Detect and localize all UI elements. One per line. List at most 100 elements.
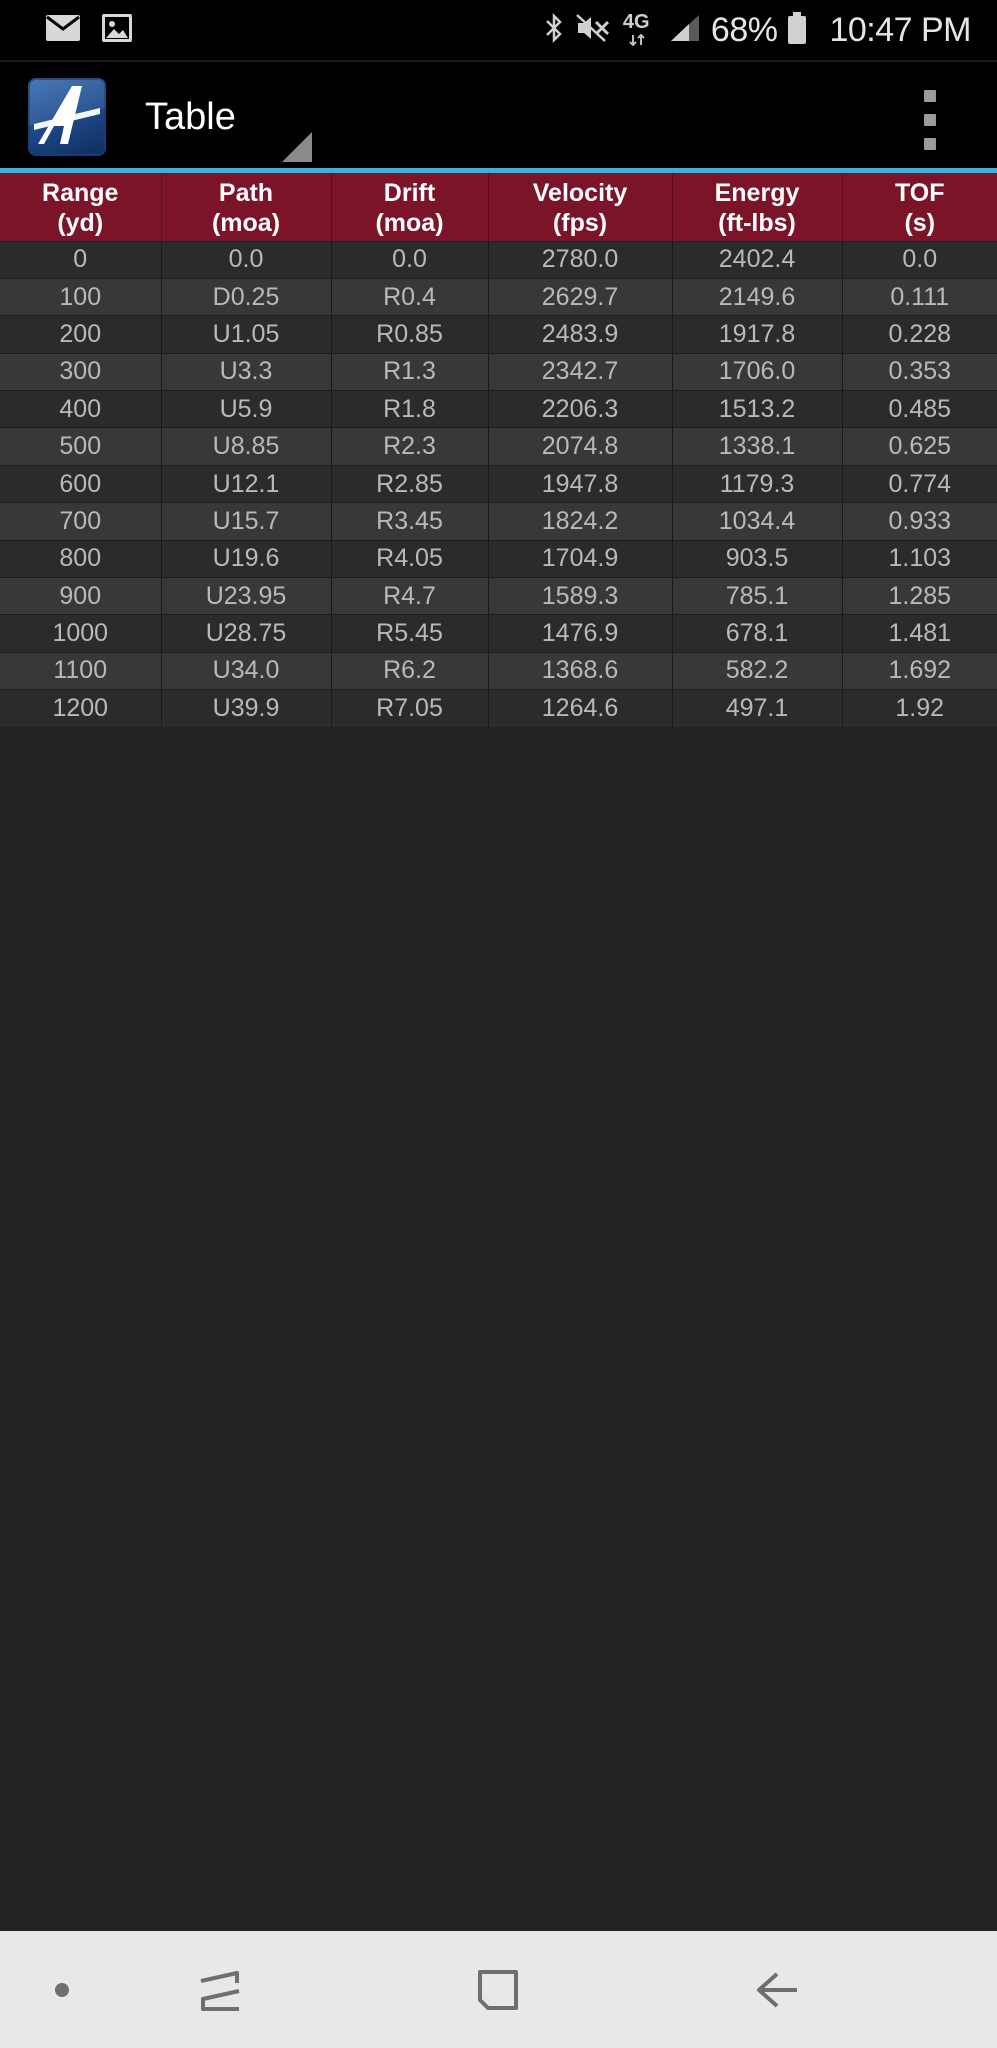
table-row[interactable]: 300 U3.3 R1.3 2342.7 1706.0 0.353 xyxy=(0,352,997,391)
table-cell: U15.7 xyxy=(161,502,332,541)
overflow-menu-icon[interactable] xyxy=(910,90,950,150)
table-cell: 2074.8 xyxy=(488,427,673,466)
dot-icon[interactable] xyxy=(2,1931,122,2048)
table-body: 0 0.0 0.0 2780.0 2402.4 0.0 100 D0.25 R0.4 2629.7… xyxy=(0,240,997,728)
column-header: Drift (moa) xyxy=(331,173,489,241)
table-row[interactable]: 900 U23.95 R4.7 1589.3 785.1 1.285 xyxy=(0,577,997,615)
navigation-bar xyxy=(0,1931,997,2048)
table-cell: 1706.0 xyxy=(672,352,843,391)
table-cell: 0.0 xyxy=(331,240,489,279)
table-cell: 1.92 xyxy=(842,689,997,728)
column-header: Energy (ft-lbs) xyxy=(672,173,843,241)
table-cell: 2780.0 xyxy=(488,240,673,279)
column-header-unit: (moa) xyxy=(211,208,281,237)
table-cell: 800 xyxy=(0,539,162,578)
signal-icon xyxy=(669,13,701,48)
table-cell: 200 xyxy=(0,315,162,354)
table-cell: 1100 xyxy=(0,651,162,690)
table-cell: 0.485 xyxy=(842,390,997,428)
system-icons: 4G 68% 10:47 PM xyxy=(543,11,971,50)
table-cell: 0 xyxy=(0,240,162,279)
table-row[interactable]: 200 U1.05 R0.85 2483.9 1917.8 0.228 xyxy=(0,315,997,354)
table-cell: U5.9 xyxy=(161,390,332,428)
column-header-unit: (yd) xyxy=(57,208,104,237)
table-cell: 1589.3 xyxy=(488,577,673,615)
lte-icon: 4G xyxy=(621,12,659,47)
table-cell: 1368.6 xyxy=(488,651,673,690)
table-cell: R1.3 xyxy=(331,352,489,391)
table-row[interactable]: 1000 U28.75 R5.45 1476.9 678.1 1.481 xyxy=(0,614,997,653)
column-header: Velocity (fps) xyxy=(488,173,673,241)
table-cell: U1.05 xyxy=(161,315,332,354)
battery-icon xyxy=(787,11,807,49)
app-bar: Table xyxy=(0,60,997,170)
table-row[interactable]: 700 U15.7 R3.45 1824.2 1034.4 0.933 xyxy=(0,502,997,541)
dropdown-triangle-icon[interactable] xyxy=(282,132,312,162)
status-bar: 4G 68% 10:47 PM xyxy=(0,0,997,60)
table-cell: 2149.6 xyxy=(672,277,843,316)
table-row[interactable]: 100 D0.25 R0.4 2629.7 2149.6 0.111 xyxy=(0,277,997,316)
table-cell: R4.7 xyxy=(331,577,489,615)
table-cell: 0.228 xyxy=(842,315,997,354)
table-cell: U12.1 xyxy=(161,464,332,503)
table-cell: 785.1 xyxy=(672,577,843,615)
table-cell: 1917.8 xyxy=(672,315,843,354)
column-header-title: Path xyxy=(218,178,274,207)
column-header-title: Range xyxy=(42,178,119,207)
image-icon xyxy=(102,13,132,47)
battery-percent: 68% xyxy=(710,10,778,49)
table-row[interactable]: 400 U5.9 R1.8 2206.3 1513.2 0.485 xyxy=(0,390,997,428)
column-header-unit: (ft-lbs) xyxy=(718,208,796,237)
column-header-unit: (moa) xyxy=(375,208,444,237)
column-header-unit: (s) xyxy=(904,208,936,237)
column-header-title: Drift xyxy=(383,178,436,207)
clock: 10:47 PM xyxy=(829,10,971,49)
home-icon[interactable] xyxy=(438,1931,558,2048)
table-cell: 2629.7 xyxy=(488,277,673,316)
app-logo-icon[interactable] xyxy=(28,78,106,156)
table-cell: R3.45 xyxy=(331,502,489,541)
table-cell: 0.0 xyxy=(842,240,997,279)
table-row[interactable]: 1100 U34.0 R6.2 1368.6 582.2 1.692 xyxy=(0,651,997,690)
table-cell: 0.353 xyxy=(842,352,997,391)
table-cell: R2.85 xyxy=(331,464,489,503)
table-cell: 900 xyxy=(0,577,162,615)
column-header: Path (moa) xyxy=(161,173,332,241)
table-cell: 300 xyxy=(0,352,162,391)
table-cell: R4.05 xyxy=(331,539,489,578)
table-cell: 1.103 xyxy=(842,539,997,578)
mute-icon xyxy=(575,13,611,48)
table-cell: R7.05 xyxy=(331,689,489,728)
table-cell: D0.25 xyxy=(161,277,332,316)
table-cell: 1179.3 xyxy=(672,464,843,503)
column-header-title: Energy xyxy=(714,178,800,207)
table-cell: R2.3 xyxy=(331,427,489,466)
column-header: Range (yd) xyxy=(0,173,162,241)
table-cell: U34.0 xyxy=(161,651,332,690)
table-row[interactable]: 600 U12.1 R2.85 1947.8 1179.3 0.774 xyxy=(0,464,997,503)
table-row[interactable]: 500 U8.85 R2.3 2074.8 1338.1 0.625 xyxy=(0,427,997,466)
column-header-unit: (fps) xyxy=(552,208,608,237)
table-cell: 2483.9 xyxy=(488,315,673,354)
table-cell: R0.4 xyxy=(331,277,489,316)
table-cell: 1476.9 xyxy=(488,614,673,653)
table-row[interactable]: 0 0.0 0.0 2780.0 2402.4 0.0 xyxy=(0,240,997,279)
recents-icon[interactable] xyxy=(160,1931,280,2048)
bluetooth-icon xyxy=(543,12,565,49)
table-row[interactable]: 1200 U39.9 R7.05 1264.6 497.1 1.92 xyxy=(0,689,997,728)
table-cell: 0.774 xyxy=(842,464,997,503)
table-cell: U23.95 xyxy=(161,577,332,615)
table-cell: 500 xyxy=(0,427,162,466)
table-cell: R6.2 xyxy=(331,651,489,690)
table-cell: U19.6 xyxy=(161,539,332,578)
table-row[interactable]: 800 U19.6 R4.05 1704.9 903.5 1.103 xyxy=(0,539,997,578)
table-cell: 2342.7 xyxy=(488,352,673,391)
table-cell: 678.1 xyxy=(672,614,843,653)
back-icon[interactable] xyxy=(717,1931,837,2048)
page-title[interactable]: Table xyxy=(145,96,236,139)
table-cell: R1.8 xyxy=(331,390,489,428)
table-cell: 582.2 xyxy=(672,651,843,690)
table-cell: U39.9 xyxy=(161,689,332,728)
column-header-title: TOF xyxy=(894,178,945,207)
table-cell: 1824.2 xyxy=(488,502,673,541)
